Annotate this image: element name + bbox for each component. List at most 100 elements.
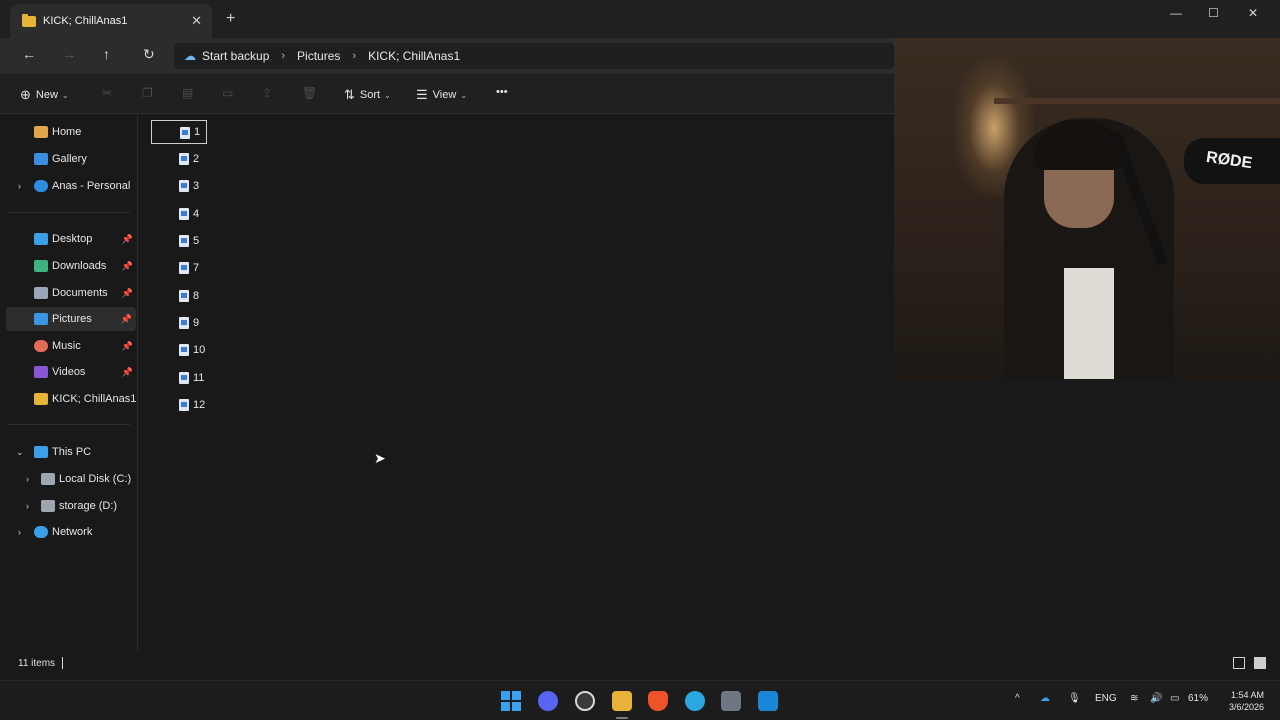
file-item[interactable]: 12 xyxy=(151,393,207,417)
pin-icon[interactable]: 📌 xyxy=(121,314,132,325)
mouse-cursor-icon: ➤ xyxy=(374,450,386,466)
file-item[interactable]: 3 xyxy=(151,174,207,198)
expand-chevron-icon[interactable]: › xyxy=(26,474,29,484)
sidebar-item-label: Music xyxy=(52,340,81,352)
cloud-backup-icon: ☁ xyxy=(184,49,196,63)
breadcrumb-separator-icon: › xyxy=(352,50,357,62)
sidebar-item-label: Home xyxy=(52,126,82,138)
paste-icon[interactable]: ▤ xyxy=(182,86,193,100)
sidebar-item-desktop[interactable]: Desktop 📌 xyxy=(0,227,137,251)
date: 3/6/2026 xyxy=(1228,702,1264,712)
onedrive-icon xyxy=(34,180,48,192)
sidebar-item-gallery[interactable]: Gallery xyxy=(0,147,137,171)
copy-icon[interactable]: ❐ xyxy=(142,86,153,100)
pin-icon[interactable]: 📌 xyxy=(122,288,133,299)
forward-button[interactable]: → xyxy=(62,46,76,62)
file-item[interactable]: 8 xyxy=(151,284,207,308)
expand-chevron-icon[interactable]: › xyxy=(18,527,21,537)
file-item[interactable]: 10 xyxy=(151,338,207,362)
start-button[interactable] xyxy=(501,691,521,711)
close-tab-icon[interactable]: ✕ xyxy=(191,13,202,29)
sidebar-item-videos[interactable]: Videos 📌 xyxy=(0,360,137,384)
close-window-button[interactable]: ✕ xyxy=(1248,6,1258,20)
sort-button[interactable]: ⇅ Sort ⌄ xyxy=(344,87,391,103)
pin-icon[interactable]: 📌 xyxy=(122,261,133,272)
sidebar-item-pictures[interactable]: Pictures 📌 xyxy=(6,307,136,331)
view-label: View xyxy=(432,89,457,101)
expand-chevron-icon[interactable]: › xyxy=(26,501,29,511)
tiles-view-icon[interactable] xyxy=(1254,657,1266,669)
image-file-icon xyxy=(179,180,189,192)
sidebar-item-documents[interactable]: Documents 📌 xyxy=(0,281,137,305)
new-tab-button[interactable]: + xyxy=(226,11,235,27)
delete-icon[interactable]: 🗑 xyxy=(302,86,317,100)
view-button[interactable]: ☰ View ⌄ xyxy=(416,87,467,103)
pin-icon[interactable]: 📌 xyxy=(122,367,133,378)
store-icon[interactable] xyxy=(721,691,741,711)
details-view-icon[interactable] xyxy=(1233,657,1245,669)
share-icon[interactable]: ⇪ xyxy=(262,86,272,100)
plus-circle-icon: ⊕ xyxy=(20,87,31,102)
clock[interactable]: 1:54 AM 3/6/2026 xyxy=(1229,689,1264,713)
videos-icon xyxy=(34,366,48,378)
file-item[interactable]: 9 xyxy=(151,311,207,335)
sidebar-item-home[interactable]: Home xyxy=(0,120,137,144)
file-explorer-icon[interactable] xyxy=(612,691,632,711)
up-button[interactable]: ↑ xyxy=(103,46,110,62)
brave-icon[interactable] xyxy=(648,691,668,711)
back-button[interactable]: ← xyxy=(22,46,36,62)
sidebar-item-kick-folder[interactable]: KICK; ChillAnas1 xyxy=(0,387,137,411)
more-options-icon[interactable]: ••• xyxy=(496,86,508,98)
breadcrumb-pictures[interactable]: Pictures xyxy=(297,49,340,63)
refresh-button[interactable]: ↻ xyxy=(143,46,155,63)
disk-icon xyxy=(41,500,55,512)
photos-icon[interactable] xyxy=(758,691,778,711)
sidebar-item-storage-d[interactable]: › storage (D:) xyxy=(0,494,137,518)
sidebar-item-onedrive[interactable]: › Anas - Personal xyxy=(0,174,137,198)
sidebar-item-label: storage (D:) xyxy=(59,500,118,512)
time: 1:54 AM xyxy=(1230,690,1264,700)
rename-icon[interactable]: ▭ xyxy=(222,86,233,100)
expand-chevron-icon[interactable]: › xyxy=(18,181,21,191)
file-item[interactable]: 11 xyxy=(151,366,207,390)
sidebar-item-local-disk-c[interactable]: › Local Disk (C:) xyxy=(0,467,137,491)
maximize-button[interactable]: ☐ xyxy=(1208,6,1219,20)
breadcrumb-current-folder[interactable]: KICK; ChillAnas1 xyxy=(368,49,460,63)
status-divider xyxy=(62,657,63,669)
wifi-icon[interactable]: ≋ xyxy=(1130,693,1138,704)
collapse-chevron-icon[interactable]: ⌄ xyxy=(16,447,24,458)
pin-icon[interactable]: 📌 xyxy=(122,234,133,245)
onedrive-tray-icon[interactable]: ☁ xyxy=(1040,693,1050,704)
file-list[interactable]: 1 2 3 4 5 7 8 9 10 11 12 xyxy=(139,114,894,652)
file-item[interactable]: 1 xyxy=(151,120,207,144)
tab-kick-chillanas1[interactable]: KICK; ChillAnas1 ✕ xyxy=(10,4,212,38)
battery-icon[interactable]: ▭ xyxy=(1170,693,1179,704)
file-item[interactable]: 7 xyxy=(151,256,207,280)
file-item[interactable]: 4 xyxy=(151,202,207,226)
show-hidden-icons[interactable]: ^ xyxy=(1015,693,1020,704)
new-button[interactable]: ⊕ New ⌄ xyxy=(20,87,69,103)
microphone-icon[interactable]: 🎙 xyxy=(1068,693,1081,704)
sidebar-item-music[interactable]: Music 📌 xyxy=(0,334,137,358)
breadcrumb[interactable]: ☁ Start backup › Pictures › KICK; ChillA… xyxy=(174,43,894,69)
obs-icon[interactable] xyxy=(575,691,595,711)
sidebar-item-network[interactable]: › Network xyxy=(0,520,137,544)
discord-icon[interactable] xyxy=(538,691,558,711)
file-item[interactable]: 2 xyxy=(151,147,207,171)
volume-icon[interactable]: 🔊 xyxy=(1150,693,1162,704)
image-file-icon xyxy=(179,399,189,411)
image-file-icon xyxy=(179,235,189,247)
breadcrumb-start-backup[interactable]: Start backup xyxy=(202,49,269,63)
minimize-button[interactable]: — xyxy=(1170,6,1182,20)
pin-icon[interactable]: 📌 xyxy=(122,341,133,352)
tab-title: KICK; ChillAnas1 xyxy=(43,15,128,27)
edge-icon[interactable] xyxy=(685,691,705,711)
cut-icon[interactable]: ✂ xyxy=(102,86,112,100)
sidebar-item-label: Anas - Personal xyxy=(52,180,131,192)
language-indicator[interactable]: ENG xyxy=(1095,693,1117,704)
file-item[interactable]: 5 xyxy=(151,229,207,253)
sidebar-item-downloads[interactable]: Downloads 📌 xyxy=(0,254,137,278)
image-file-icon xyxy=(179,372,189,384)
webcam-overlay: RØDE xyxy=(894,38,1280,379)
sidebar-item-this-pc[interactable]: ⌄ This PC xyxy=(0,440,137,464)
